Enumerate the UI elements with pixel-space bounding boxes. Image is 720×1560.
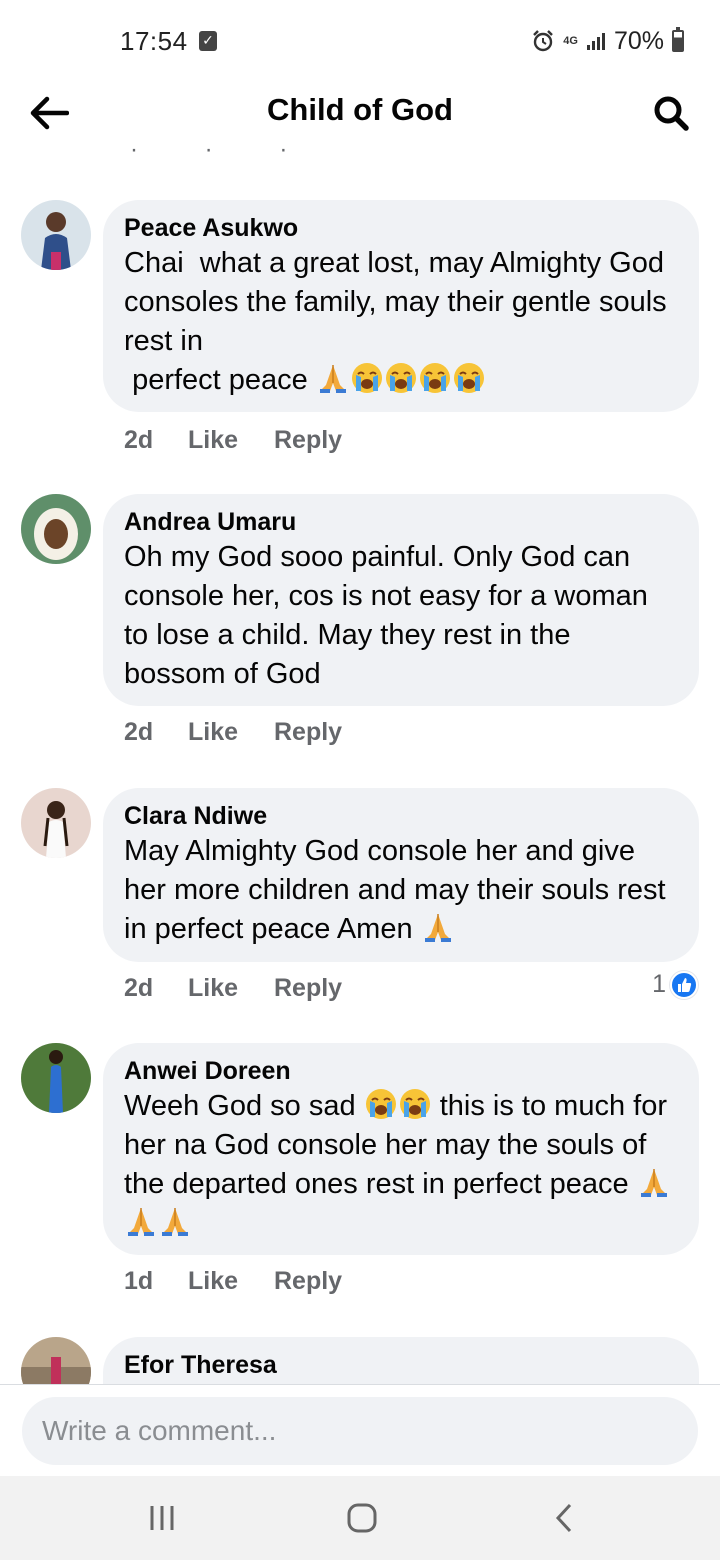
folded-hands-icon: [128, 1208, 154, 1236]
avatar[interactable]: [21, 1043, 91, 1113]
home-button[interactable]: [332, 1498, 392, 1538]
battery-percent: 70%: [613, 26, 664, 55]
comment-time[interactable]: 2d: [124, 974, 188, 1003]
avatar[interactable]: [21, 1337, 91, 1384]
comment-text: Chai what a great lost, may Almighty God…: [124, 244, 679, 400]
comment-actions: 2d Like Reply: [124, 426, 342, 455]
comment-actions: 2d Like Reply: [124, 974, 342, 1003]
recent-apps-icon: [150, 1506, 174, 1530]
loudly-crying-icon: [351, 363, 382, 393]
comment-author[interactable]: Clara Ndiwe: [124, 800, 679, 832]
back-chevron-icon: [555, 1503, 572, 1533]
avatar[interactable]: [21, 200, 91, 270]
like-button[interactable]: Like: [188, 1267, 274, 1296]
folded-hands-icon: [424, 914, 451, 942]
status-time: 17:54: [120, 26, 188, 56]
loudly-crying-icon: [385, 363, 416, 393]
search-button[interactable]: [648, 90, 694, 136]
comment-text-before: Weeh God so sad: [124, 1090, 356, 1122]
comment-bubble[interactable]: Efor Theresa: [103, 1337, 699, 1384]
home-icon: [347, 1503, 377, 1533]
comment-bubble[interactable]: Andrea Umaru Oh my God sooo painful. Onl…: [103, 494, 699, 706]
system-nav-bar: [0, 1476, 720, 1560]
header: Child of God: [0, 80, 720, 146]
comment-author[interactable]: Anwei Doreen: [124, 1055, 679, 1087]
comment-author[interactable]: Peace Asukwo: [124, 212, 679, 244]
comment-time[interactable]: 1d: [124, 1267, 188, 1296]
thumbs-up-icon: [670, 970, 698, 999]
folded-hands-icon: [162, 1208, 188, 1236]
comment-text: May Almighty God console her and give he…: [124, 832, 679, 949]
comment-composer: [0, 1384, 720, 1476]
reply-button[interactable]: Reply: [274, 718, 342, 747]
reaction-summary[interactable]: 1: [652, 970, 698, 999]
folded-hands-icon: [640, 1169, 667, 1197]
loudly-crying-icon: [453, 363, 484, 393]
avatar[interactable]: [21, 788, 91, 858]
comment-bubble[interactable]: Peace Asukwo Chai what a great lost, may…: [103, 200, 699, 412]
clipped-previous-actions: · · · · · ·: [130, 146, 318, 160]
comment-text-body: May Almighty God console her and give he…: [124, 835, 674, 945]
network-type: 4G: [563, 35, 578, 47]
comment-actions: 2d Like Reply: [124, 718, 342, 747]
comment-text: Oh my God sooo painful. Only God can con…: [124, 541, 656, 690]
comment-actions: 1d Like Reply: [124, 1267, 342, 1296]
status-indicators: 4G 70%: [531, 24, 684, 58]
reply-button[interactable]: Reply: [274, 1267, 342, 1296]
search-icon: [654, 96, 689, 131]
like-button[interactable]: Like: [188, 426, 274, 455]
loudly-crying-icon: [399, 1089, 430, 1119]
like-button[interactable]: Like: [188, 718, 274, 747]
loudly-crying-icon: [365, 1089, 396, 1119]
page-title: Child of God: [267, 92, 453, 127]
system-back-button[interactable]: [534, 1498, 594, 1538]
recent-apps-button[interactable]: [132, 1498, 192, 1538]
comment-list[interactable]: · · · · · · Peace Asukwo Chai what a gre…: [0, 146, 720, 1384]
folded-hands-icon: [319, 365, 346, 393]
comment-text: Weeh God so sad this is to much for her …: [124, 1087, 679, 1243]
alarm-icon: [533, 30, 554, 52]
reply-button[interactable]: Reply: [274, 426, 342, 455]
avatar[interactable]: [21, 494, 91, 564]
reaction-count: 1: [652, 970, 666, 998]
like-button[interactable]: Like: [188, 974, 274, 1003]
comment-time[interactable]: 2d: [124, 426, 188, 455]
signal-icon: [586, 33, 605, 50]
loudly-crying-icon: [419, 363, 450, 393]
notification-check-icon: ✓: [199, 31, 217, 51]
status-bar: 17:54 ✓ 4G 70%: [0, 0, 720, 80]
comment-author[interactable]: Efor Theresa: [124, 1349, 679, 1381]
battery-icon: [672, 27, 684, 52]
reply-button[interactable]: Reply: [274, 974, 342, 1003]
comment-bubble[interactable]: Anwei Doreen Weeh God so sad this is to …: [103, 1043, 699, 1255]
comment-input[interactable]: [22, 1397, 698, 1465]
comment-author[interactable]: Andrea Umaru: [124, 506, 679, 538]
comment-bubble[interactable]: Clara Ndiwe May Almighty God console her…: [103, 788, 699, 962]
comment-time[interactable]: 2d: [124, 718, 188, 747]
